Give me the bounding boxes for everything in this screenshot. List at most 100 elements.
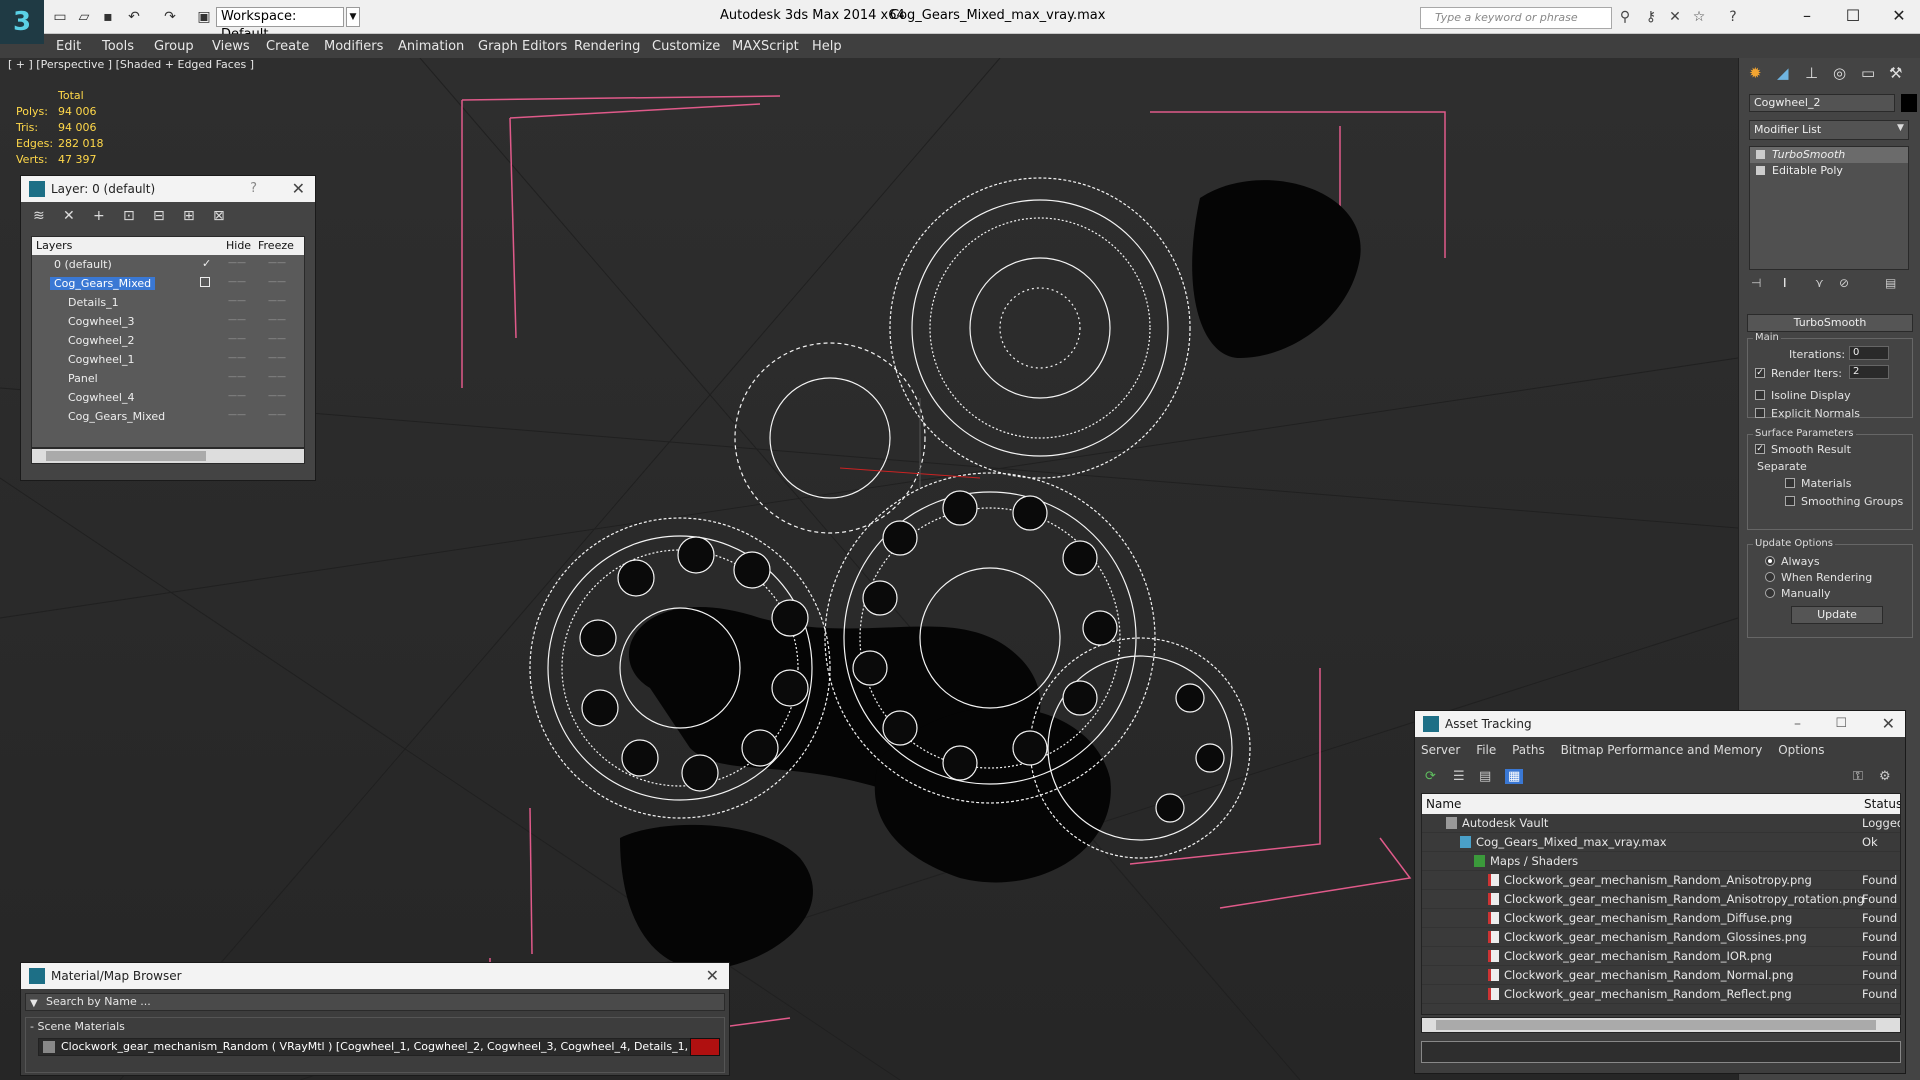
add-to-layer-icon[interactable]: + [93, 208, 105, 224]
layer-row[interactable]: Cogwheel_4 —— —— [32, 388, 304, 407]
project-folder-icon[interactable]: ▣ [194, 8, 214, 26]
configure-sets-icon[interactable]: ▤ [1885, 276, 1896, 290]
menu-rendering[interactable]: Rendering [574, 39, 640, 54]
menu-modifiers[interactable]: Modifiers [324, 39, 383, 54]
layer-row[interactable]: Details_1 —— —— [32, 293, 304, 312]
highlight-layer-icon[interactable]: ⊟ [153, 208, 165, 224]
tree-view-icon[interactable]: ▤ [1479, 769, 1491, 784]
refresh-icon[interactable]: ⟳ [1425, 769, 1436, 784]
explicit-normals-checkbox[interactable] [1755, 408, 1765, 418]
modify-tab-icon[interactable]: ◢ [1777, 64, 1789, 82]
layer-horizontal-scrollbar[interactable] [31, 448, 305, 464]
update-button[interactable]: Update [1791, 606, 1883, 624]
asset-row[interactable]: Clockwork_gear_mechanism_Random_Diffuse.… [1422, 909, 1900, 928]
viewport-label[interactable]: [ + ] [Perspective ] [Shaded + Edged Fac… [8, 58, 254, 71]
material-swatch[interactable] [690, 1038, 720, 1056]
pin-stack-icon[interactable]: ⊣ [1751, 276, 1761, 290]
menu-maxscript[interactable]: MAXScript [732, 39, 799, 54]
asset-row[interactable]: Maps / Shaders [1422, 852, 1900, 871]
utilities-tab-icon[interactable]: ⚒ [1889, 64, 1902, 82]
hierarchy-tab-icon[interactable]: ⊥ [1805, 64, 1818, 82]
layer-row[interactable]: Panel —— —— [32, 369, 304, 388]
favorites-star-icon[interactable]: ☆ [1690, 8, 1708, 26]
asset-horizontal-scrollbar[interactable] [1421, 1017, 1901, 1033]
select-objects-icon[interactable]: ⊡ [123, 208, 135, 224]
smoothing-groups-checkbox[interactable] [1785, 496, 1795, 506]
menu-customize[interactable]: Customize [652, 39, 720, 54]
create-layer-icon[interactable]: ≋ [33, 208, 45, 224]
menu-graph-editors[interactable]: Graph Editors [478, 39, 567, 54]
material-search-input[interactable]: ▼ Search by Name ... [25, 993, 725, 1011]
layer-row[interactable]: Cogwheel_2 —— —— [32, 331, 304, 350]
stack-item-turbosmooth[interactable]: TurboSmooth [1750, 147, 1908, 163]
menu-create[interactable]: Create [266, 39, 309, 54]
stack-item-editable-poly[interactable]: Editable Poly [1750, 163, 1908, 179]
active-layer-check-icon[interactable]: ✓ [202, 257, 211, 270]
turbosmooth-rollout-header[interactable]: TurboSmooth [1747, 314, 1913, 332]
app-logo-icon[interactable]: 3 [0, 0, 44, 44]
menu-edit[interactable]: Edit [56, 39, 81, 54]
when-rendering-radio[interactable] [1765, 572, 1775, 582]
column-name[interactable]: Name [1426, 797, 1461, 811]
asset-row[interactable]: Clockwork_gear_mechanism_Random_Normal.p… [1422, 966, 1900, 985]
help-icon[interactable]: ? [1724, 8, 1742, 26]
vault-help-icon[interactable]: ⚙ [1879, 769, 1891, 784]
minimize-icon[interactable]: – [1792, 4, 1822, 28]
asset-row[interactable]: Clockwork_gear_mechanism_Random_Glossine… [1422, 928, 1900, 947]
manually-radio[interactable] [1765, 588, 1775, 598]
asset-row[interactable]: Clockwork_gear_mechanism_Random_Anisotro… [1422, 890, 1900, 909]
asset-row[interactable]: Clockwork_gear_mechanism_Random_IOR.png F… [1422, 947, 1900, 966]
menu-group[interactable]: Group [154, 39, 194, 54]
material-entry[interactable]: Clockwork_gear_mechanism_Random ( VRayMt… [38, 1038, 714, 1056]
undo-icon[interactable]: ↶ [124, 8, 144, 26]
smooth-result-checkbox[interactable]: ✓ [1755, 444, 1765, 454]
menu-help[interactable]: Help [812, 39, 842, 54]
isoline-checkbox[interactable] [1755, 390, 1765, 400]
asset-row[interactable]: Autodesk Vault Logged [1422, 814, 1900, 833]
create-tab-icon[interactable]: ✹ [1749, 64, 1762, 82]
list-view-icon[interactable]: ☰ [1453, 769, 1465, 784]
redo-icon[interactable]: ↷ [160, 8, 180, 26]
asset-row[interactable]: Clockwork_gear_mechanism_Random_Anisotro… [1422, 871, 1900, 890]
remove-modifier-icon[interactable]: ⊘ [1839, 276, 1849, 290]
expand-icon[interactable] [1756, 166, 1765, 175]
iterations-spinner[interactable]: 0 [1849, 346, 1889, 360]
layer-row[interactable]: Cog_Gears_Mixed —— —— [32, 407, 304, 426]
object-name-field[interactable]: Cogwheel_2 [1749, 94, 1895, 112]
new-file-icon[interactable]: ▭ [50, 8, 70, 26]
asset-row[interactable]: Cog_Gears_Mixed_max_vray.max Ok [1422, 833, 1900, 852]
save-icon[interactable]: ▪ [98, 8, 118, 26]
layer-row[interactable]: Cog_Gears_Mixed —— —— [32, 274, 304, 293]
maximize-icon[interactable]: ☐ [1835, 711, 1847, 737]
filter-icon[interactable]: ▼ [30, 996, 38, 1012]
layer-row[interactable]: 0 (default) ✓ —— —— [32, 255, 304, 274]
menu-tools[interactable]: Tools [102, 39, 134, 54]
communication-icon[interactable]: ✕ [1666, 8, 1684, 26]
render-iters-checkbox[interactable]: ✓ [1755, 368, 1765, 378]
show-end-result-icon[interactable]: Ⅰ [1783, 276, 1787, 290]
asset-path-field[interactable] [1421, 1041, 1901, 1063]
asset-row[interactable]: Clockwork_gear_mechanism_Random_Reflect.… [1422, 985, 1900, 1004]
binoculars-icon[interactable]: ⚲ [1616, 8, 1634, 26]
column-freeze[interactable]: Freeze [258, 239, 294, 252]
maximize-icon[interactable]: ☐ [1838, 4, 1868, 28]
layer-row[interactable]: Cogwheel_3 —— —— [32, 312, 304, 331]
open-file-icon[interactable]: ▱ [74, 8, 94, 26]
materials-checkbox[interactable] [1785, 478, 1795, 488]
column-layers[interactable]: Layers [36, 239, 72, 252]
asset-menu-server[interactable]: Server [1421, 743, 1460, 757]
object-color-swatch[interactable] [1901, 94, 1917, 112]
subscription-icon[interactable]: ⚷ [1642, 8, 1660, 26]
display-tab-icon[interactable]: ▭ [1861, 64, 1875, 82]
menu-views[interactable]: Views [212, 39, 250, 54]
render-iters-spinner[interactable]: 2 [1849, 365, 1889, 379]
make-unique-icon[interactable]: ⋎ [1815, 276, 1824, 290]
hide-all-icon[interactable]: ⊞ [183, 208, 195, 224]
layer-panel-titlebar[interactable]: Layer: 0 (default) ? ✕ [21, 176, 315, 202]
close-icon[interactable]: ✕ [1884, 4, 1914, 28]
always-radio[interactable] [1765, 556, 1775, 566]
asset-panel-titlebar[interactable]: Asset Tracking – ☐ ✕ [1415, 711, 1905, 737]
close-icon[interactable]: ✕ [1882, 711, 1895, 737]
close-icon[interactable]: ✕ [292, 176, 305, 202]
asset-menu-file[interactable]: File [1476, 743, 1496, 757]
